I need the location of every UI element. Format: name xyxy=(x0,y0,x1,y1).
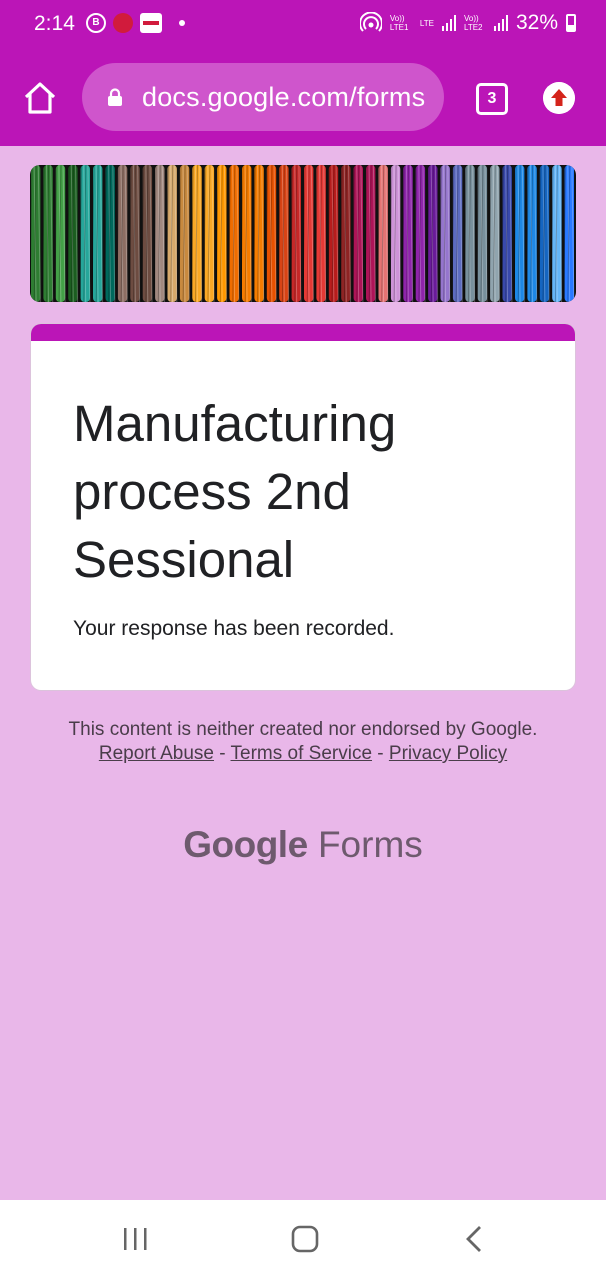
footer: This content is neither created nor endo… xyxy=(60,718,546,766)
status-bar: 2:14 B Vo)) LTE1 LTE Vo)) LTE2 32% xyxy=(0,0,606,50)
signal-2-icon xyxy=(493,15,508,31)
lock-icon xyxy=(108,88,122,106)
card-accent-bar xyxy=(31,324,575,341)
battery-percent: 32% xyxy=(515,11,558,34)
footer-separator: - xyxy=(377,743,384,764)
google-forms-logo[interactable]: Google Forms xyxy=(0,824,606,866)
notification-icons: B xyxy=(86,13,185,33)
signal-1-icon xyxy=(441,15,456,31)
disclaimer-text: This content is neither created nor endo… xyxy=(68,719,538,740)
browser-toolbar: docs.google.com/forms 3 xyxy=(0,50,606,146)
home-icon[interactable] xyxy=(22,80,58,116)
b-notification-icon: B xyxy=(86,13,106,33)
address-bar[interactable]: docs.google.com/forms xyxy=(82,63,444,131)
form-header-image xyxy=(30,165,576,302)
forms-wordmark: Forms xyxy=(317,824,423,865)
battery-icon xyxy=(566,14,576,32)
sim2-label: Vo)) LTE2 xyxy=(463,14,483,32)
privacy-policy-link[interactable]: Privacy Policy xyxy=(389,743,507,764)
url-text: docs.google.com/forms xyxy=(142,82,426,112)
recent-apps-icon[interactable] xyxy=(116,1224,156,1256)
status-time: 2:14 xyxy=(34,12,75,35)
hotspot-icon xyxy=(359,12,382,32)
more-notifications-dot-icon xyxy=(179,20,185,26)
yarn-banner-image xyxy=(30,165,575,302)
app-notification-icon xyxy=(140,13,162,33)
confirmation-message: Your response has been recorded. xyxy=(73,617,395,640)
footer-separator: - xyxy=(219,743,226,764)
tab-switcher-button[interactable]: 3 xyxy=(476,83,508,115)
status-indicators: Vo)) LTE1 LTE Vo)) LTE2 32% xyxy=(359,11,576,35)
report-abuse-link[interactable]: Report Abuse xyxy=(99,743,214,764)
update-arrow-icon[interactable] xyxy=(543,82,575,114)
home-nav-icon[interactable] xyxy=(285,1224,325,1256)
form-title: Manufacturing process 2nd Sessional xyxy=(73,395,397,588)
google-wordmark: Google xyxy=(183,824,308,865)
back-icon[interactable] xyxy=(456,1224,496,1256)
terms-of-service-link[interactable]: Terms of Service xyxy=(231,743,372,764)
confirmation-card: Manufacturing process 2nd Sessional Your… xyxy=(31,324,575,690)
red-app-notification-icon xyxy=(113,13,133,33)
network-type: LTE xyxy=(419,18,434,28)
sim1-label: Vo)) LTE1 xyxy=(389,14,409,32)
system-navigation-bar xyxy=(0,1200,606,1280)
